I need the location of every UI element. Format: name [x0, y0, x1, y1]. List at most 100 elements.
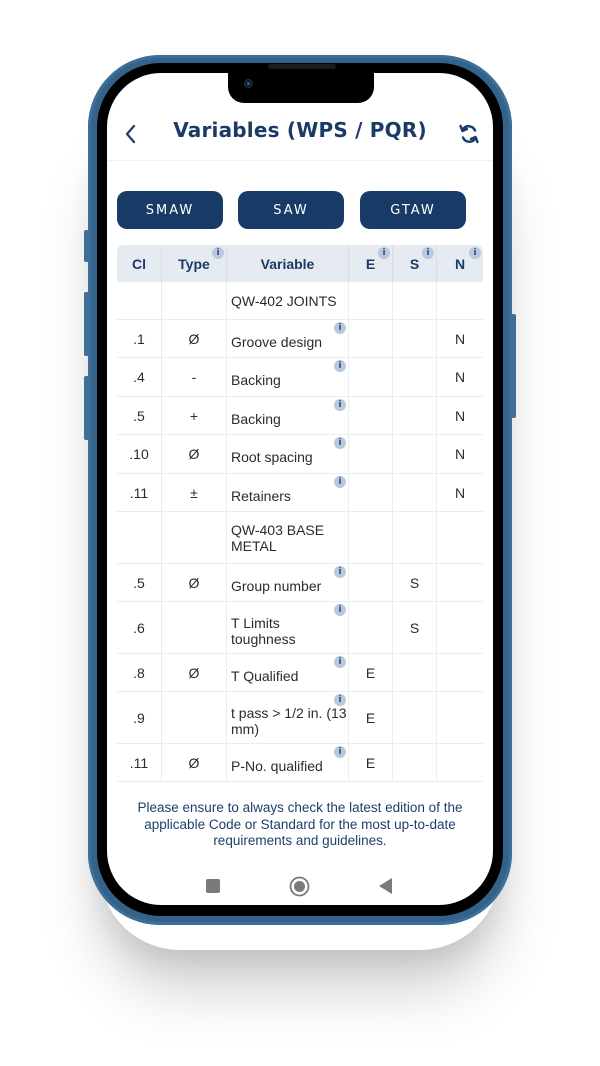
- cell-variable-text: Retainers: [231, 487, 291, 504]
- info-icon[interactable]: i: [334, 656, 346, 668]
- cell-e: [349, 602, 393, 653]
- table-row[interactable]: .11 Ø P-No. qualified i E: [117, 744, 483, 782]
- table-row[interactable]: .5 + Backing i N: [117, 397, 483, 435]
- cell-e: [349, 397, 393, 434]
- cell-variable: Backing i: [227, 358, 349, 396]
- cell-e: [349, 358, 393, 396]
- info-icon[interactable]: i: [334, 604, 346, 616]
- header-divider: [107, 160, 493, 161]
- nav-back-button[interactable]: [379, 878, 393, 894]
- column-header-cl: Cl: [117, 245, 162, 282]
- cell-n-text: N: [454, 369, 466, 385]
- cell-e-text: E: [365, 709, 376, 726]
- cell-type: [162, 602, 227, 653]
- cell-type: [162, 692, 227, 743]
- cell-s: [393, 744, 437, 781]
- cell-type-text: Ø: [188, 574, 200, 591]
- refresh-icon: [459, 124, 479, 144]
- cell-s-text: S: [409, 574, 420, 591]
- table-row[interactable]: .4 - Backing i N: [117, 358, 483, 397]
- info-icon[interactable]: i: [334, 322, 346, 334]
- cell-e-text: E: [365, 754, 376, 771]
- cell-cl: .10: [117, 435, 162, 473]
- cell-type-text: +: [189, 407, 199, 424]
- column-header-label: S: [409, 255, 420, 272]
- phone-volume-up-button: [84, 292, 89, 356]
- cell-type-text: Ø: [188, 330, 200, 347]
- phone-action-button: [84, 230, 89, 262]
- cell-e: E: [349, 744, 393, 781]
- table-header: Cl Type i Variable Ei Si Ni: [117, 245, 483, 282]
- saw-button[interactable]: SAW: [238, 191, 344, 229]
- cell-cl: .5: [117, 564, 162, 601]
- column-header-e: Ei: [349, 245, 393, 282]
- column-header-s: Si: [393, 245, 437, 282]
- cell-variable-text: Backing: [231, 410, 281, 427]
- nav-recent-apps-button[interactable]: [206, 879, 220, 893]
- cell-e: E: [349, 654, 393, 691]
- info-icon[interactable]: i: [422, 247, 434, 259]
- cell-n-text: N: [454, 407, 466, 424]
- cell-variable-text: Backing: [231, 372, 281, 388]
- cell-s: [393, 320, 437, 357]
- cell-type: Ø: [162, 320, 227, 357]
- cell-type-text: -: [191, 369, 197, 385]
- cell-e: [349, 435, 393, 473]
- cell-type-text: Ø: [188, 664, 200, 681]
- cell-variable-text: Groove design: [231, 333, 323, 350]
- column-header-type: Type i: [162, 245, 227, 282]
- cell-variable: P-No. qualified i: [227, 744, 349, 781]
- cell-e: [349, 512, 393, 563]
- cell-variable: Backing i: [227, 397, 349, 434]
- cell-variable-text: Group number: [231, 577, 322, 594]
- cell-variable: QW-402 JOINTS: [227, 282, 349, 319]
- cell-variable-text: QW-403 BASE METAL: [231, 521, 325, 554]
- back-button[interactable]: [120, 120, 142, 148]
- info-icon[interactable]: i: [334, 360, 346, 372]
- info-icon[interactable]: i: [334, 746, 346, 758]
- cell-n: [437, 282, 483, 319]
- cell-type: [162, 512, 227, 563]
- phone-volume-down-button: [84, 376, 89, 440]
- column-header-n: Ni: [437, 245, 483, 282]
- cell-type: Ø: [162, 435, 227, 473]
- cell-e: [349, 474, 393, 511]
- cell-n: [437, 512, 483, 563]
- table-row[interactable]: .9 t pass > 1/2 in. (13 mm) i E: [117, 692, 483, 744]
- nav-home-button[interactable]: [289, 876, 310, 897]
- info-icon[interactable]: i: [212, 247, 224, 259]
- cell-type-text: Ø: [188, 754, 200, 771]
- cell-cl-text: .6: [133, 619, 145, 636]
- gtaw-button[interactable]: GTAW: [360, 191, 466, 229]
- cell-variable: T Limits toughness i: [227, 602, 349, 653]
- section-row: QW-402 JOINTS: [117, 282, 483, 320]
- info-icon[interactable]: i: [334, 566, 346, 578]
- cell-cl-text: .5: [133, 407, 145, 424]
- cell-variable-text: T Qualified: [231, 667, 299, 684]
- table-row[interactable]: .11 ± Retainers i N: [117, 474, 483, 512]
- table-row[interactable]: .10 Ø Root spacing i N: [117, 435, 483, 474]
- cell-cl-text: .11: [129, 484, 149, 501]
- cell-cl: .8: [117, 654, 162, 691]
- refresh-button[interactable]: [456, 121, 482, 147]
- info-icon[interactable]: i: [334, 694, 346, 706]
- table-row[interactable]: .6 T Limits toughness i S: [117, 602, 483, 654]
- cell-n: N: [437, 474, 483, 511]
- table-row[interactable]: .5 Ø Group number i S: [117, 564, 483, 602]
- info-icon[interactable]: i: [334, 399, 346, 411]
- info-icon[interactable]: i: [469, 247, 481, 259]
- cell-variable-text: t pass > 1/2 in. (13 mm): [231, 704, 347, 737]
- page-title: Variables (WPS / PQR): [173, 118, 427, 142]
- cell-n: [437, 564, 483, 601]
- info-icon[interactable]: i: [378, 247, 390, 259]
- cell-cl-text: .1: [133, 330, 145, 347]
- cell-type: Ø: [162, 564, 227, 601]
- info-icon[interactable]: i: [334, 437, 346, 449]
- info-icon[interactable]: i: [334, 476, 346, 488]
- cell-cl: .11: [117, 744, 162, 781]
- cell-s-text: S: [409, 619, 420, 636]
- table-row[interactable]: .1 Ø Groove design i N: [117, 320, 483, 358]
- smaw-button[interactable]: SMAW: [117, 191, 223, 229]
- table-row[interactable]: .8 Ø T Qualified i E: [117, 654, 483, 692]
- column-header-variable: Variable: [227, 245, 349, 282]
